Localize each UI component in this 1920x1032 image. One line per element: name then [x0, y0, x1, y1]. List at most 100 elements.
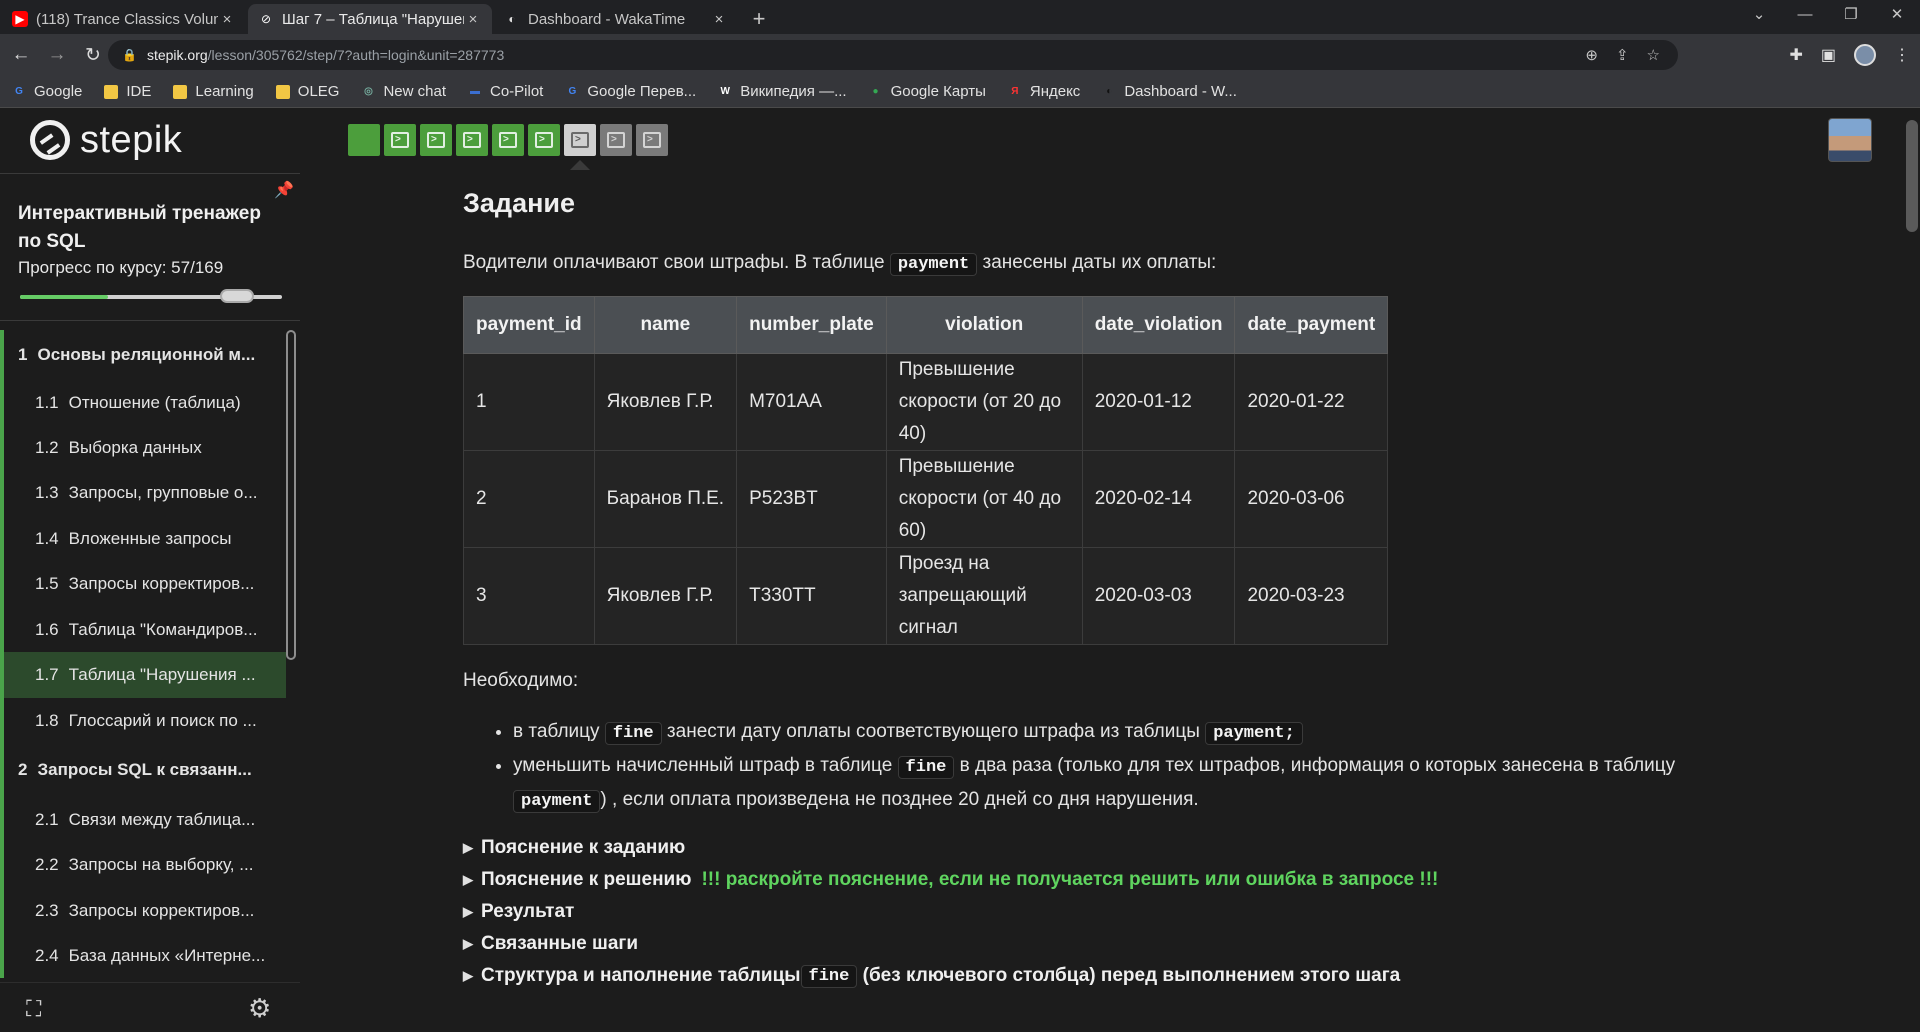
- bookmark-item[interactable]: ◐ Dashboard - W...: [1102, 83, 1237, 100]
- toc-lesson[interactable]: 1.7 Таблица "Нарушения ...: [0, 652, 286, 698]
- step-button[interactable]: >: [492, 124, 524, 156]
- yandex-icon: Я: [1011, 86, 1019, 97]
- step-button[interactable]: >: [600, 124, 632, 156]
- table-cell: Баранов П.Е.: [593, 450, 738, 548]
- gear-icon[interactable]: ⚙: [248, 995, 271, 1021]
- toc-lesson[interactable]: 2.2 Запросы на выборку, ...: [0, 842, 286, 888]
- extensions-icon[interactable]: ✚: [1789, 45, 1802, 65]
- bookmark-label: Google Перев...: [587, 83, 697, 100]
- lock-icon[interactable]: 🔒: [122, 48, 137, 62]
- toc-lesson[interactable]: 2.1 Связи между таблица...: [0, 797, 286, 842]
- bookmark-item[interactable]: OLEG: [275, 83, 339, 100]
- bookmark-item[interactable]: Learning: [173, 83, 254, 100]
- tab-wakatime[interactable]: ◐ Dashboard - WakaTime ×: [494, 4, 738, 34]
- bookmark-item[interactable]: W Википедия —...: [718, 83, 846, 100]
- share-icon[interactable]: ⇪: [1616, 46, 1629, 64]
- bookmark-item[interactable]: G Google: [12, 83, 82, 100]
- toc-lesson[interactable]: 1.1 Отношение (таблица): [0, 380, 286, 425]
- step-button[interactable]: >: [528, 124, 560, 156]
- page-scrollbar[interactable]: [1902, 108, 1920, 1032]
- side-panel-icon[interactable]: ▣: [1821, 45, 1836, 65]
- new-tab-button[interactable]: +: [744, 4, 774, 34]
- tab-search-icon[interactable]: ⌄: [1736, 0, 1782, 30]
- bookmark-label: IDE: [126, 83, 152, 100]
- toc-lesson[interactable]: 2.3 Запросы корректиров...: [0, 888, 286, 933]
- user-avatar[interactable]: [1828, 118, 1872, 162]
- table-header-row: payment_id name number_plate violation date_…: [463, 296, 1389, 354]
- details-toggle[interactable]: ▶ Пояснение к решению !!! раскройте поясне…: [463, 864, 1763, 896]
- zoom-icon[interactable]: ⊕: [1585, 46, 1598, 64]
- step-button[interactable]: >: [564, 124, 596, 156]
- toc-label: Таблица "Нарушения ...: [68, 665, 256, 684]
- details-note: !!! раскройте пояснение, если не получае…: [701, 869, 1439, 890]
- scroll-thumb[interactable]: [1906, 120, 1918, 232]
- details-toggle[interactable]: ▶ Пояснение к заданию: [463, 832, 1763, 864]
- code-payment: payment: [889, 253, 978, 276]
- forward-icon[interactable]: →: [42, 40, 72, 70]
- toc-module[interactable]: 1 Основы реляционной м...: [0, 330, 286, 380]
- tab-youtube[interactable]: ▶ (118) Trance Classics Volum ×: [2, 4, 246, 34]
- bookmark-item[interactable]: ◎ New chat: [361, 83, 446, 100]
- tab-stepik[interactable]: ⊘ Шаг 7 – Таблица "Нарушени ×: [248, 4, 492, 34]
- bookmark-item[interactable]: Я Яндекс: [1008, 83, 1080, 100]
- progress-indicator: [0, 607, 4, 652]
- toc-number: 1.1: [35, 392, 59, 412]
- reload-icon[interactable]: ↻: [78, 40, 108, 70]
- toc-label: Глоссарий и поиск по ...: [68, 710, 257, 730]
- bookmark-item[interactable]: IDE: [104, 83, 151, 100]
- back-icon[interactable]: ←: [6, 40, 36, 70]
- step-button[interactable]: >: [456, 124, 488, 156]
- step-button[interactable]: >: [384, 124, 416, 156]
- table-cell: 2020-01-22: [1234, 353, 1389, 451]
- toc-scrollbar[interactable]: [286, 330, 296, 660]
- toc-lesson[interactable]: 1.5 Запросы корректиров...: [0, 561, 286, 607]
- terminal-icon: >: [643, 132, 661, 148]
- bookmark-item[interactable]: ● Google Карты: [869, 83, 986, 100]
- wikipedia-icon: W: [720, 86, 730, 97]
- stepik-logo[interactable]: stepik: [30, 118, 182, 162]
- address-bar-row: ← → ↻ 🔒 stepik.org/lesson/305762/step/7?…: [0, 34, 1920, 76]
- step-button[interactable]: >: [420, 124, 452, 156]
- toc-lesson[interactable]: 1.3 Запросы, групповые о...: [0, 470, 286, 516]
- step-button[interactable]: [348, 124, 380, 156]
- step-button[interactable]: >: [636, 124, 668, 156]
- terminal-icon: >: [535, 132, 553, 148]
- details-toggle[interactable]: ▶ Связанные шаги: [463, 928, 1763, 960]
- toc-lesson[interactable]: 2.4 База данных «Интерне...: [0, 933, 286, 978]
- url-path: /lesson/305762/step/7?auth=login&unit=28…: [207, 47, 505, 63]
- toc-lesson[interactable]: 1.8 Глоссарий и поиск по ...: [0, 698, 286, 743]
- bookmark-label: Википедия —...: [740, 83, 847, 100]
- list-text: уменьшить начисленный штраф в таблице: [513, 755, 898, 776]
- toc-label: Связи между таблица...: [68, 809, 256, 829]
- toc-lesson[interactable]: 1.4 Вложенные запросы: [0, 516, 286, 561]
- minimize-icon[interactable]: —: [1782, 0, 1828, 30]
- fullscreen-icon[interactable]: ⛶: [26, 997, 50, 1021]
- bookmark-label: Learning: [195, 83, 254, 100]
- toc-module[interactable]: 2 Запросы SQL к связанн...: [0, 743, 286, 797]
- code-fine: fine: [897, 756, 955, 779]
- details-label: Связанные шаги: [481, 933, 639, 954]
- details-toggle[interactable]: ▶ Структура и наполнение таблицы fine (бе…: [463, 960, 1763, 992]
- toc-lesson[interactable]: 1.2 Выборка данных: [0, 425, 286, 470]
- bookmark-label: Co-Pilot: [490, 83, 544, 100]
- url-input[interactable]: 🔒 stepik.org/lesson/305762/step/7?auth=l…: [108, 40, 1678, 70]
- close-window-icon[interactable]: ✕: [1874, 0, 1920, 30]
- bookmark-item[interactable]: G Google Перев...: [565, 83, 696, 100]
- bookmark-star-icon[interactable]: ☆: [1647, 46, 1660, 64]
- close-tab-icon[interactable]: ×: [710, 11, 728, 28]
- pin-icon[interactable]: 📌: [274, 180, 294, 200]
- bookmark-item[interactable]: ▬ Co-Pilot: [468, 83, 543, 100]
- step-content: Задание Водители оплачивают свои штрафы.…: [463, 188, 1763, 992]
- menu-icon[interactable]: ⋮: [1894, 45, 1910, 65]
- task-list: в таблицу fine занести дату оплаты соотв…: [513, 716, 1763, 818]
- bookmark-label: Google: [34, 83, 83, 100]
- profile-avatar[interactable]: [1854, 44, 1876, 66]
- course-title[interactable]: Интерактивный тренажер по SQL: [18, 200, 280, 256]
- column-header: number_plate: [736, 296, 887, 354]
- restore-icon[interactable]: ❐: [1828, 0, 1874, 30]
- toc-lesson[interactable]: 1.6 Таблица "Командиров...: [0, 607, 286, 652]
- close-tab-icon[interactable]: ×: [464, 11, 482, 28]
- close-tab-icon[interactable]: ×: [218, 11, 236, 28]
- details-toggle[interactable]: ▶ Результат: [463, 896, 1763, 928]
- details-label: Пояснение к решению: [481, 869, 692, 890]
